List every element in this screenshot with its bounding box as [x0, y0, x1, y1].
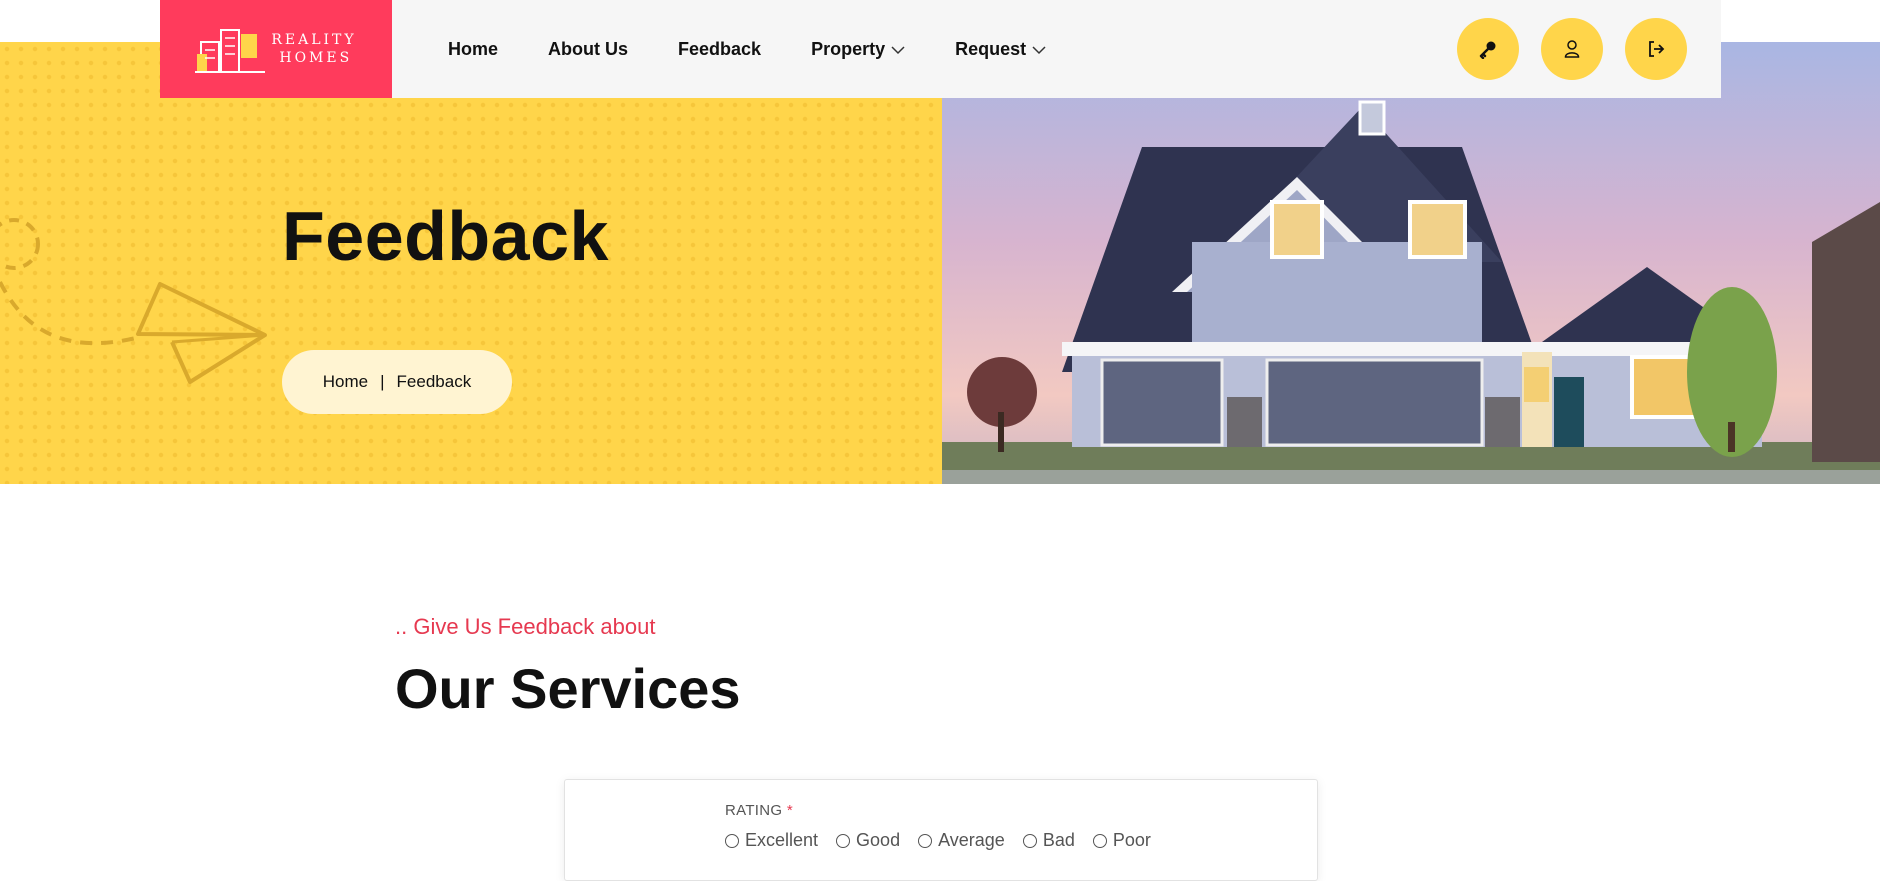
logout-icon: [1649, 41, 1665, 57]
house-illustration: [942, 42, 1880, 484]
radio-button[interactable]: [725, 833, 739, 848]
nav-about-us[interactable]: About Us: [548, 39, 628, 60]
rating-option-bad[interactable]: Bad: [1022, 830, 1075, 851]
radio-button[interactable]: [918, 833, 933, 848]
user-icon: [1564, 40, 1580, 58]
feedback-form: RATING * Excellent Good Average Bad Poor: [564, 779, 1318, 881]
rating-label: RATING *: [725, 802, 793, 819]
paper-plane-illustration: [0, 218, 267, 384]
logo-line-2: HOMES: [279, 50, 353, 66]
section-eyebrow: .. Give Us Feedback about: [395, 614, 656, 639]
breadcrumb-current: Feedback: [396, 372, 472, 391]
nav-property[interactable]: Property: [811, 39, 905, 60]
chevron-down-icon: [1032, 45, 1046, 54]
nav-property-label: Property: [811, 38, 886, 59]
key-icon: [1479, 41, 1496, 59]
hero-banner: Feedback Home | Feedback: [0, 42, 942, 484]
rating-option-average[interactable]: Average: [918, 830, 1005, 851]
header-actions: [1457, 18, 1687, 80]
site-logo[interactable]: REALITY HOMES: [160, 0, 392, 98]
rating-option-excellent[interactable]: Excellent: [725, 830, 818, 851]
section-title: Our Services: [395, 657, 741, 720]
main-nav: Home About Us Feedback Property Request: [448, 39, 1046, 60]
radio-button[interactable]: [1022, 833, 1037, 848]
breadcrumb-home-link[interactable]: Home: [323, 372, 368, 392]
nav-home[interactable]: Home: [448, 39, 498, 60]
nav-request[interactable]: Request: [955, 39, 1046, 60]
logo-buildings-icon: [195, 29, 266, 73]
logout-button[interactable]: [1625, 18, 1687, 80]
page-title: Feedback: [282, 197, 609, 275]
nav-feedback-label: Feedback: [678, 38, 762, 59]
breadcrumb-separator: |: [380, 372, 385, 391]
rating-option-label: Average: [938, 830, 1005, 850]
rating-option-label: Good: [856, 830, 901, 850]
nav-request-label: Request: [955, 38, 1027, 59]
rating-option-good[interactable]: Good: [836, 830, 900, 851]
radio-button[interactable]: [1092, 833, 1107, 848]
nav-home-label: Home: [448, 38, 499, 59]
site-header: REALITY HOMES Home About Us Feedback Pro…: [160, 0, 1721, 98]
rating-option-label: Poor: [1112, 830, 1151, 850]
breadcrumb: Home | Feedback: [282, 350, 512, 414]
nav-about-us-label: About Us: [548, 38, 629, 59]
login-key-button[interactable]: [1457, 18, 1519, 80]
chevron-down-icon: [891, 45, 905, 54]
rating-label-text: RATING: [725, 802, 783, 819]
required-mark: *: [786, 802, 793, 819]
nav-feedback[interactable]: Feedback: [678, 39, 761, 60]
logo-line-1: REALITY: [271, 32, 357, 48]
rating-option-label: Bad: [1042, 830, 1075, 850]
profile-button[interactable]: [1541, 18, 1603, 80]
rating-option-poor[interactable]: Poor: [1092, 830, 1151, 851]
rating-option-label: Excellent: [745, 830, 819, 850]
rating-radio-group: Excellent Good Average Bad Poor: [725, 830, 1151, 851]
hero-house-image: [942, 42, 1880, 484]
radio-button[interactable]: [836, 833, 851, 848]
